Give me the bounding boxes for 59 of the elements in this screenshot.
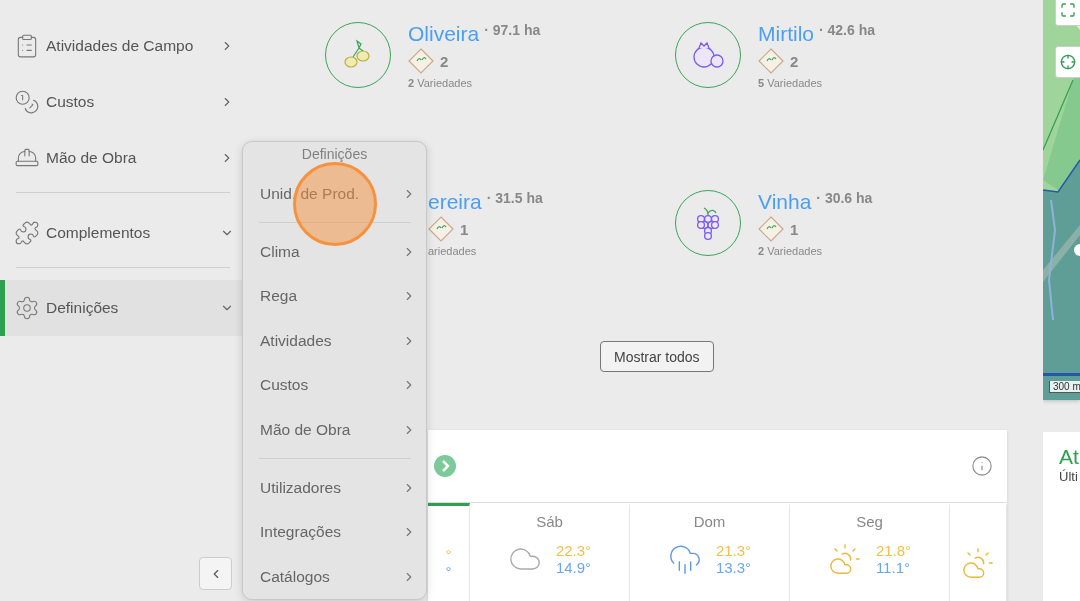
crosshair-icon <box>1060 54 1076 70</box>
info-icon[interactable] <box>971 455 993 478</box>
coins-icon <box>14 89 40 115</box>
menu-item[interactable]: Custos <box>243 363 426 408</box>
field-plot-icon <box>408 48 434 74</box>
card-subtitle: Últi <box>1059 469 1079 485</box>
plot-count: 1 <box>790 220 799 238</box>
crop-area: · 42.6 ha <box>819 22 876 38</box>
sidebar-item[interactable]: Mão de Obra <box>0 130 242 186</box>
low-temperature: 11.1° <box>875 559 911 577</box>
high-temperature: 21.3° <box>715 542 752 560</box>
card-title: At <box>1059 445 1080 469</box>
crop-name[interactable]: ereira <box>428 190 482 214</box>
forecast-day[interactable]: Sáb 22.3° 14.9° <box>470 503 630 601</box>
sidebar-item[interactable]: Atividades de Campo <box>0 18 242 74</box>
high-temperature: 22.3° <box>555 542 592 560</box>
fullscreen-icon <box>1060 2 1076 18</box>
plot-count: 1 <box>460 220 469 238</box>
crop-name[interactable]: Vinha <box>758 190 812 214</box>
sun-cloud-icon <box>961 546 995 581</box>
crop-area: · 30.6 ha <box>816 190 873 206</box>
map-scale: 300 m <box>1049 381 1080 393</box>
varieties-count: ariedades <box>428 245 478 257</box>
crop-name[interactable]: Mirtilo <box>758 22 814 46</box>
menu-item[interactable]: Integrações <box>243 509 426 555</box>
show-all-button[interactable]: Mostrar todos <box>600 341 714 373</box>
field-plot-icon <box>758 48 784 74</box>
plot-count: 2 <box>440 52 449 70</box>
varieties-count: 2 Variedades <box>758 245 823 257</box>
crop-area: · 97.1 ha <box>484 22 541 38</box>
high-temperature: ° <box>445 546 452 564</box>
low-temperature: ° <box>445 563 452 581</box>
sidebar-item[interactable]: Definições <box>0 280 242 336</box>
sidebar-item[interactable]: Custos <box>0 74 242 130</box>
crop-name[interactable]: Oliveira <box>408 22 480 46</box>
field-plot-icon <box>428 216 454 242</box>
varieties-count: 2 Variedades <box>408 77 473 89</box>
high-temperature: 21.8° <box>875 542 912 560</box>
low-temperature: 13.3° <box>715 559 752 577</box>
locate-button[interactable] <box>1055 46 1080 78</box>
sun-cloud-icon <box>827 542 862 577</box>
sidebar-item[interactable]: Complementos <box>0 205 242 261</box>
collapse-button[interactable] <box>199 557 232 590</box>
menu-item[interactable]: Mão de Obra <box>243 407 426 453</box>
menu-title: Definições <box>300 146 369 164</box>
varieties-count: 5 Variedades <box>758 77 823 89</box>
menu-item[interactable]: Catálogos <box>243 554 426 599</box>
menu-item[interactable]: Clima <box>243 229 426 274</box>
low-temperature: 14.9° <box>555 559 592 577</box>
menu-item[interactable]: Utilizadores <box>243 465 426 510</box>
forecast-day[interactable]: Dom 21.3° 13.3° <box>630 503 790 601</box>
forecast-day[interactable]: Seg 21.8° 11.1° <box>790 503 950 601</box>
crop-area: · 31.5 ha <box>486 190 543 206</box>
menu-item[interactable]: Atividades <box>243 318 426 364</box>
plot-count: 2 <box>790 52 799 70</box>
field-plot-icon <box>758 216 784 242</box>
settings-icon <box>14 295 40 321</box>
menu-item[interactable]: Rega <box>243 273 426 319</box>
puzzle-icon <box>14 220 40 246</box>
